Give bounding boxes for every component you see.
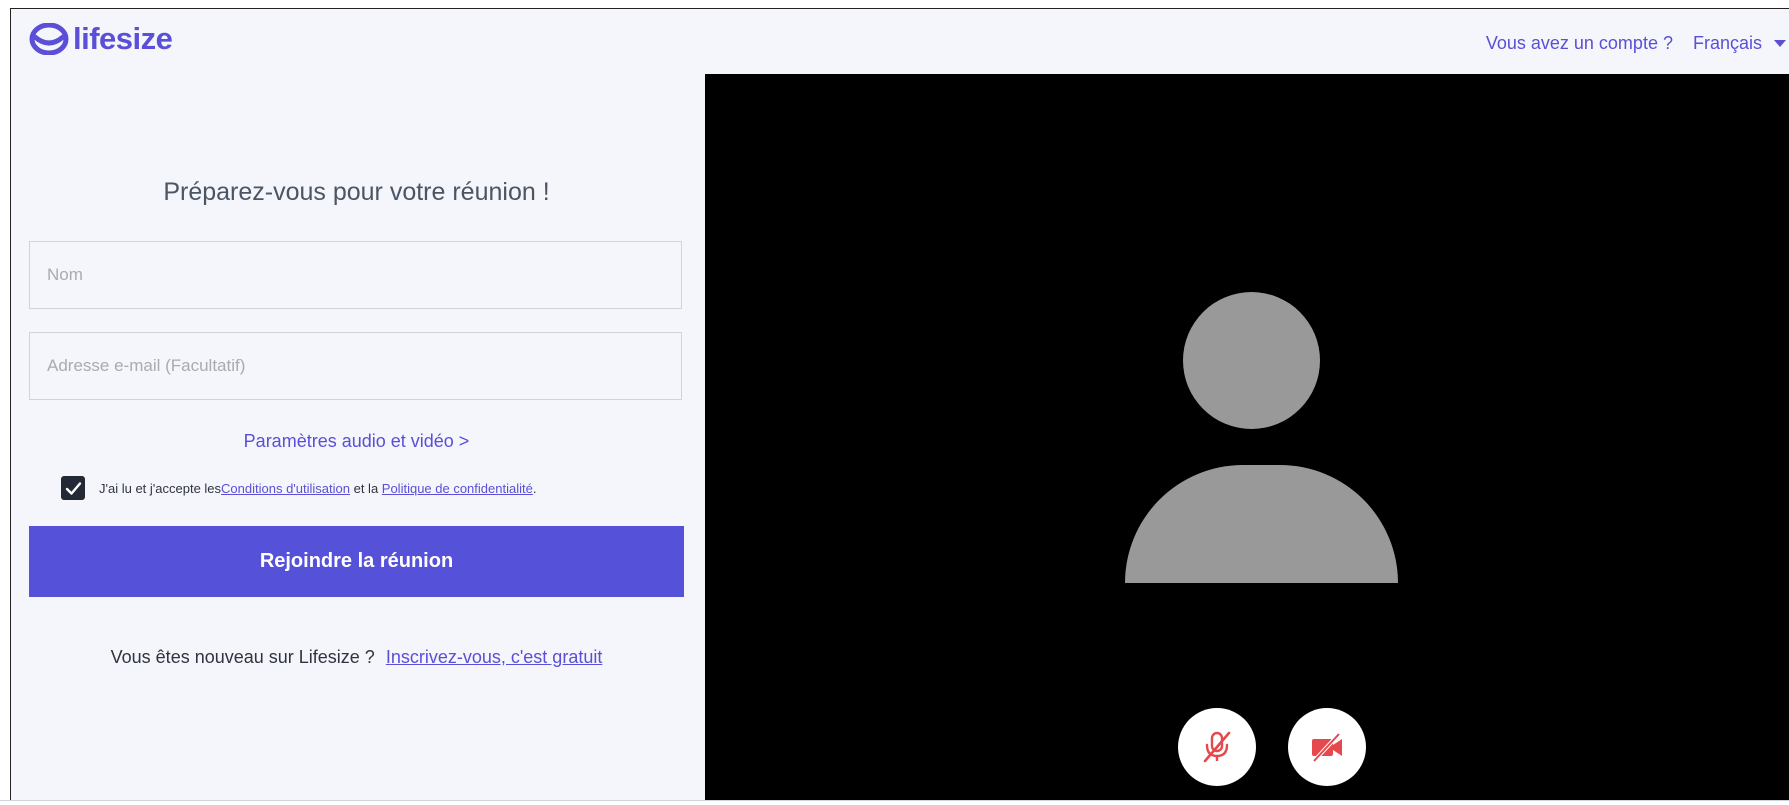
have-account-link[interactable]: Vous avez un compte ? <box>1486 33 1673 54</box>
terms-row: J'ai lu et j'accepte les Conditions d'ut… <box>61 476 536 500</box>
video-preview <box>705 74 1789 801</box>
chevron-down-icon <box>1774 40 1786 47</box>
avatar-placeholder-head <box>1183 292 1320 429</box>
mic-muted-icon <box>1203 731 1231 763</box>
join-meeting-button[interactable]: Rejoindre la réunion <box>29 526 684 597</box>
mute-toggle-button[interactable] <box>1178 708 1256 786</box>
privacy-policy-link[interactable]: Politique de confidentialité <box>382 481 533 496</box>
email-field[interactable] <box>29 332 682 400</box>
lifesize-logo-icon <box>29 23 69 55</box>
avatar-placeholder-body <box>1125 465 1398 583</box>
signup-row: Vous êtes nouveau sur Lifesize ? Inscriv… <box>29 647 684 668</box>
camera-off-icon <box>1312 732 1342 763</box>
terms-of-use-link[interactable]: Conditions d'utilisation <box>221 481 350 496</box>
logo-text: lifesize <box>73 21 173 56</box>
header-actions: Vous avez un compte ? Français <box>1486 33 1789 54</box>
window-bottom-border <box>0 800 1789 801</box>
lifesize-logo[interactable]: lifesize <box>29 21 173 57</box>
language-selector[interactable]: Français <box>1693 33 1789 54</box>
camera-toggle-button[interactable] <box>1288 708 1366 786</box>
checkmark-icon <box>65 481 81 495</box>
signup-link[interactable]: Inscrivez-vous, c'est gratuit <box>386 647 603 667</box>
terms-prefix: J'ai lu et j'accepte les <box>99 480 222 496</box>
page-title: Préparez-vous pour votre réunion ! <box>163 178 550 206</box>
terms-checkbox[interactable] <box>61 476 85 500</box>
language-label: Français <box>1692 33 1762 53</box>
terms-suffix: . <box>532 480 537 496</box>
app-window: lifesize Vous avez un compte ? Français … <box>10 8 1789 801</box>
signup-prompt: Vous êtes nouveau sur Lifesize ? <box>110 647 380 667</box>
name-field[interactable] <box>29 241 682 309</box>
audio-video-settings-link[interactable]: Paramètres audio et vidéo > <box>29 431 684 452</box>
terms-middle: et la <box>349 480 382 496</box>
